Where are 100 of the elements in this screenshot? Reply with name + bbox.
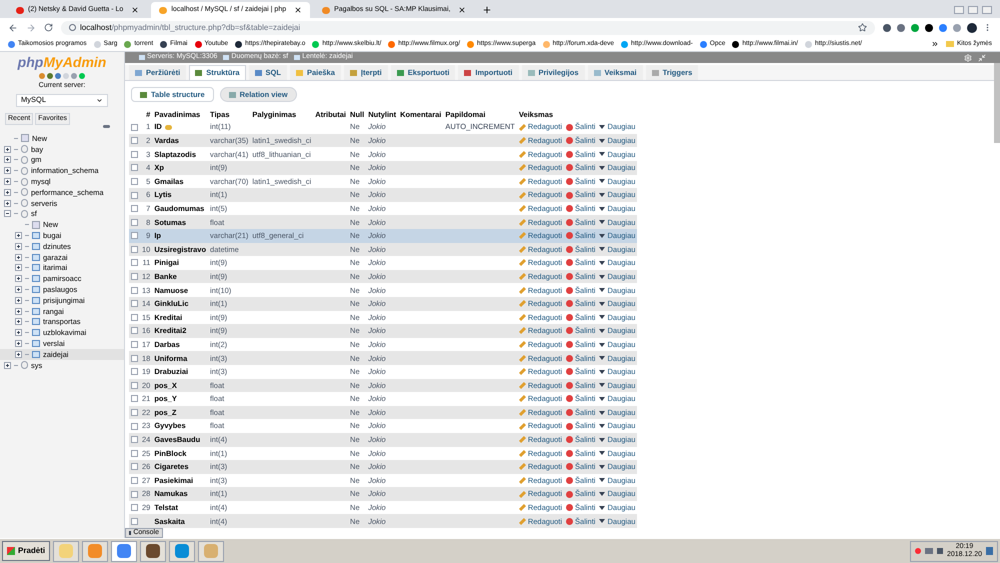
- expand-icon[interactable]: [15, 275, 22, 282]
- expand-icon[interactable]: [4, 362, 11, 369]
- caret-icon: [599, 424, 606, 428]
- caret-icon: [599, 342, 606, 347]
- row-checkbox[interactable]: [131, 518, 138, 525]
- expand-icon[interactable]: [4, 146, 11, 153]
- reload-icon[interactable]: [44, 23, 53, 32]
- settings-icon[interactable]: [964, 54, 972, 62]
- caret-icon: [599, 451, 606, 456]
- row-checkbox[interactable]: [131, 150, 138, 158]
- expand-icon[interactable]: [4, 188, 11, 196]
- expand-icon[interactable]: [15, 329, 22, 336]
- row-checkbox[interactable]: [131, 409, 138, 416]
- close-icon: [982, 6, 992, 14]
- caret-icon: [599, 220, 606, 224]
- back-icon[interactable]: [8, 22, 18, 32]
- taskbar-button[interactable]: [140, 540, 166, 562]
- row-checkbox[interactable]: [131, 314, 138, 321]
- row-checkbox[interactable]: [131, 164, 138, 172]
- expand-icon[interactable]: [4, 200, 11, 207]
- caret-icon: [599, 206, 606, 211]
- row-checkbox[interactable]: [131, 490, 138, 498]
- row-checkbox[interactable]: [131, 286, 138, 294]
- row-checkbox[interactable]: [131, 341, 138, 348]
- caret-icon: [599, 138, 606, 143]
- star-icon[interactable]: [858, 23, 867, 32]
- caret-icon: [599, 506, 606, 510]
- expand-icon[interactable]: [4, 167, 11, 174]
- scrollbar[interactable]: [994, 63, 1000, 143]
- row-checkbox[interactable]: [131, 395, 138, 402]
- caret-icon: [599, 152, 606, 156]
- row-checkbox[interactable]: [131, 504, 138, 512]
- row-checkbox[interactable]: [131, 192, 138, 199]
- minimize-icon: [954, 6, 964, 14]
- address-field[interactable]: localhost/phpmyadmin/tbl_structure.php?db=sf&table=zaidejai: [61, 20, 875, 34]
- table-icon: [21, 134, 29, 142]
- caret-icon: [599, 328, 606, 333]
- expand-icon[interactable]: [15, 232, 22, 240]
- expand-icon[interactable]: [15, 308, 22, 315]
- row-checkbox[interactable]: [131, 382, 138, 389]
- logo: phpMyAdmin: [16, 53, 108, 70]
- row-checkbox[interactable]: [131, 422, 138, 430]
- caret-icon: [599, 274, 606, 279]
- expand-icon[interactable]: [15, 254, 22, 261]
- start-button[interactable]: Pradėti: [2, 541, 50, 561]
- forward-icon[interactable]: [26, 22, 36, 32]
- caret-icon: [599, 383, 606, 388]
- new-tab-icon[interactable]: [482, 5, 492, 15]
- row-checkbox[interactable]: [131, 327, 138, 334]
- row-checkbox[interactable]: [131, 450, 138, 457]
- row-checkbox[interactable]: [131, 246, 138, 253]
- caret-icon: [599, 370, 606, 374]
- taskbar-button[interactable]: [111, 540, 138, 562]
- tab-favicon-icon: [322, 6, 330, 14]
- caret-icon: [599, 260, 606, 265]
- caret-icon: [599, 125, 606, 130]
- expand-icon[interactable]: [15, 286, 22, 294]
- caret-icon: [599, 179, 606, 184]
- row-checkbox[interactable]: [131, 476, 138, 484]
- row-checkbox[interactable]: [131, 368, 138, 376]
- taskbar-button[interactable]: [169, 540, 196, 562]
- avatar-icon: [967, 22, 977, 32]
- row-checkbox[interactable]: [131, 178, 138, 185]
- row-checkbox[interactable]: [131, 463, 138, 470]
- caret-icon: [599, 438, 606, 442]
- close-icon[interactable]: [458, 6, 466, 14]
- caret-icon: [599, 396, 606, 401]
- row-checkbox[interactable]: [131, 218, 138, 226]
- expand-icon[interactable]: [4, 156, 11, 164]
- caret-icon: [599, 302, 606, 306]
- restore-icon: [968, 6, 978, 14]
- row-checkbox[interactable]: [131, 232, 138, 240]
- row-checkbox[interactable]: [131, 354, 138, 362]
- tab-favicon-icon: [16, 6, 24, 14]
- expand-icon[interactable]: [15, 318, 22, 326]
- collapse-icon[interactable]: [4, 210, 11, 218]
- close-icon[interactable]: [294, 6, 302, 14]
- expand-icon[interactable]: [15, 264, 22, 272]
- row-checkbox[interactable]: [131, 137, 138, 144]
- caret-icon: [599, 247, 606, 252]
- row-checkbox[interactable]: [131, 124, 138, 131]
- expand-icon[interactable]: [15, 350, 22, 358]
- more-icon[interactable]: [930, 40, 939, 48]
- expand-icon[interactable]: [15, 242, 22, 250]
- info-icon: [69, 24, 76, 31]
- caret-icon: [599, 492, 606, 496]
- row-checkbox[interactable]: [131, 259, 138, 266]
- caret-icon: [599, 166, 606, 170]
- expand-icon[interactable]: [4, 178, 11, 186]
- row-checkbox[interactable]: [131, 273, 138, 280]
- caret-icon: [599, 356, 606, 360]
- row-checkbox[interactable]: [131, 300, 138, 308]
- close-icon[interactable]: [131, 6, 140, 14]
- caret-icon: [599, 410, 606, 415]
- database-icon: [21, 361, 28, 370]
- expand-icon[interactable]: [15, 296, 22, 304]
- caret-icon: [599, 519, 606, 524]
- row-checkbox[interactable]: [131, 205, 138, 212]
- row-checkbox[interactable]: [131, 436, 138, 444]
- expand-icon[interactable]: [15, 340, 22, 348]
